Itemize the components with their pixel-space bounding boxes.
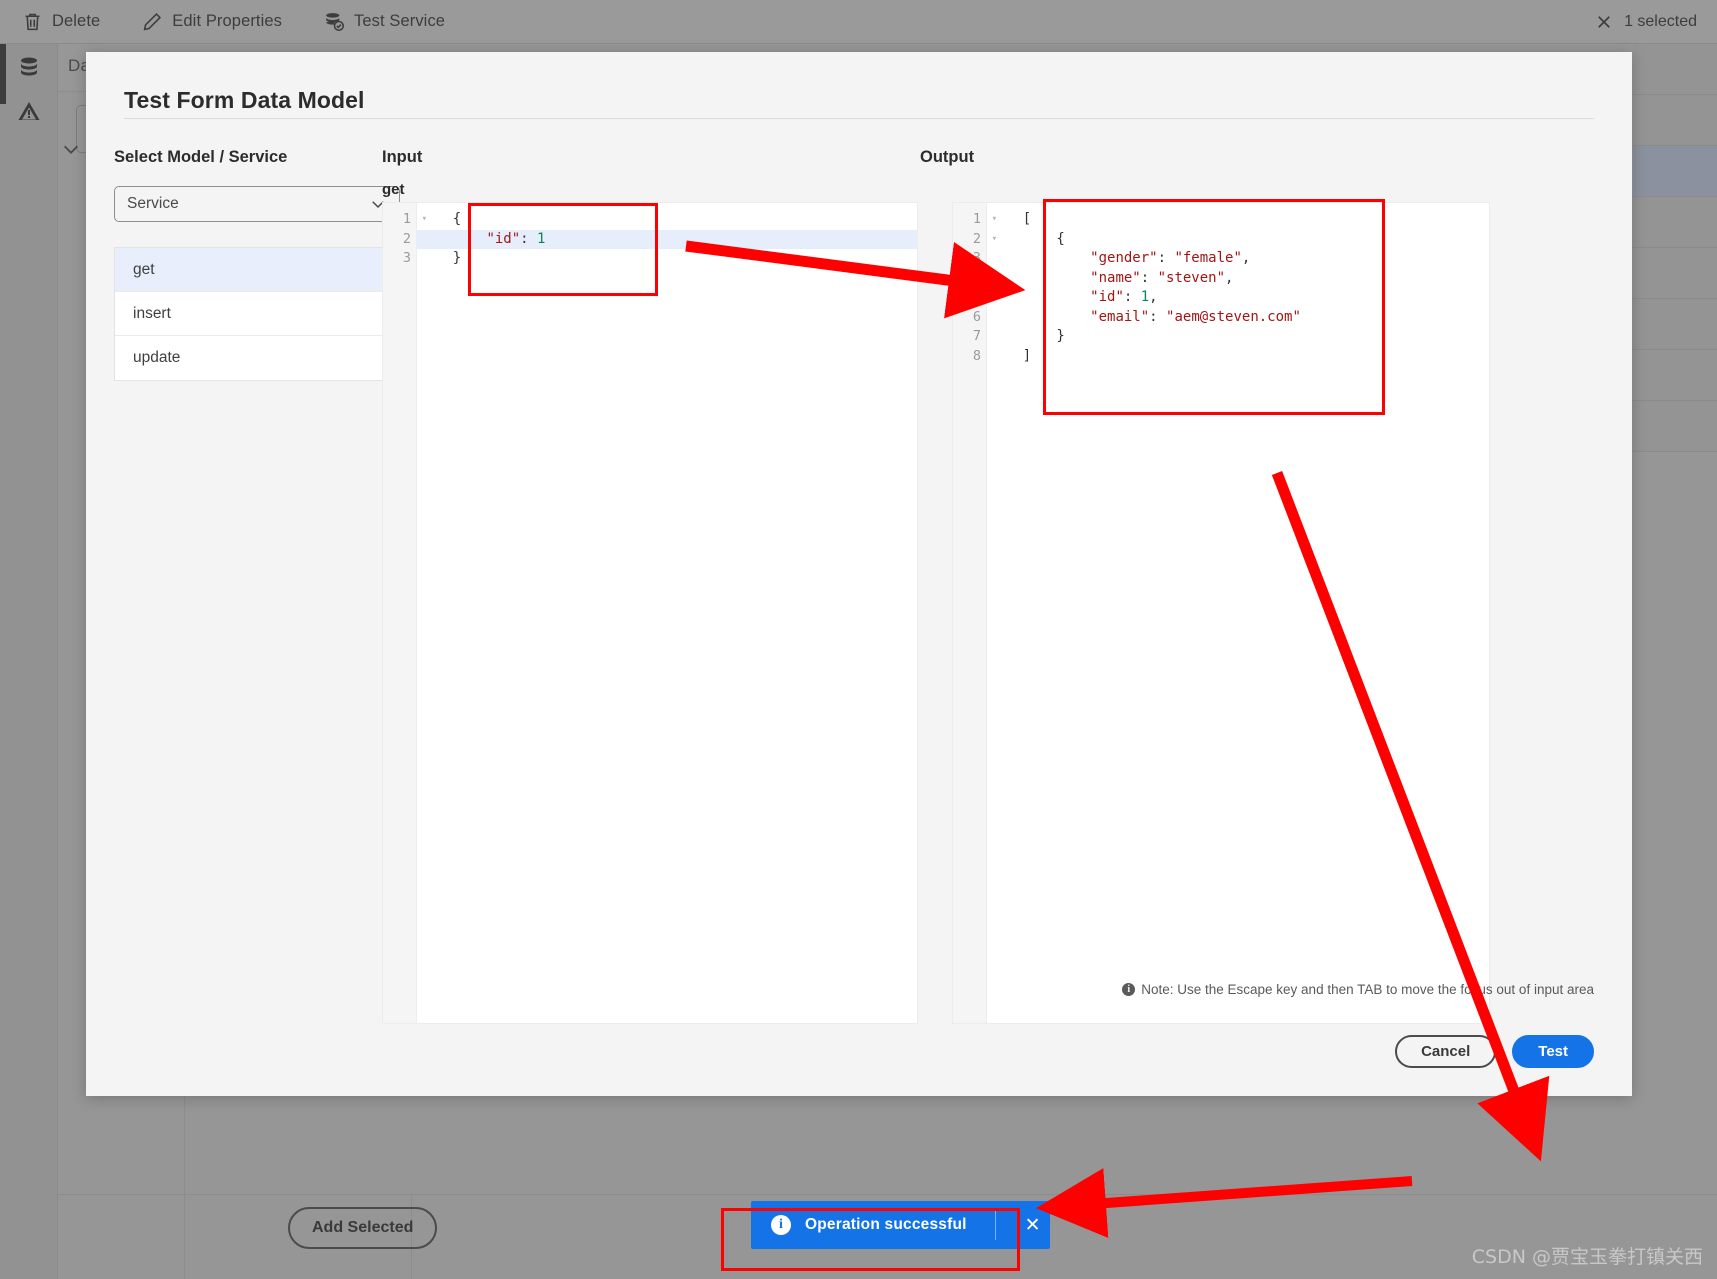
input-area-note: i Note: Use the Escape key and then TAB …: [1122, 982, 1594, 997]
selection-status: 1 selected: [1595, 0, 1697, 44]
line-number: 4: [972, 269, 981, 286]
input-code-editor[interactable]: 1 ▾ 2 3 { "id": 1 }: [382, 202, 918, 1024]
database-check-icon: [324, 11, 345, 32]
code-line: }: [419, 250, 462, 266]
input-panel-label: Input: [382, 148, 423, 166]
table-row[interactable]: [1633, 197, 1717, 248]
test-service-label: Test Service: [354, 12, 446, 30]
watermark: CSDN @贾宝玉拳打镇关西: [1471, 1246, 1703, 1268]
table-row[interactable]: [1633, 248, 1717, 299]
table-row[interactable]: [1633, 95, 1717, 146]
model-service-select-value: Service: [127, 195, 179, 212]
test-service-button[interactable]: Test Service: [324, 11, 445, 32]
code-line: ]: [989, 347, 1032, 364]
service-item-insert[interactable]: insert: [115, 292, 399, 336]
pencil-icon: [142, 11, 163, 32]
code-line: "id": 1: [417, 229, 917, 249]
select-model-service-label: Select Model / Service: [114, 148, 288, 166]
output-code-editor[interactable]: 1 ▾ 2 ▾ 3 4 5 6 7 8 [ { "gender": "female"…: [952, 202, 1490, 1024]
dialog-title-divider: [124, 118, 1594, 119]
dialog-button-row: Cancel Test: [1395, 1035, 1594, 1068]
service-operation-list: get insert update: [114, 247, 400, 381]
input-operation-label: get: [382, 181, 405, 198]
selection-count-label: 1 selected: [1624, 13, 1697, 30]
test-form-data-model-dialog: Test Form Data Model Select Model / Serv…: [86, 52, 1632, 1096]
table-row[interactable]: [1633, 401, 1717, 452]
database-icon[interactable]: [14, 52, 44, 82]
code-line: {: [989, 230, 1065, 247]
output-panel-label: Output: [920, 148, 975, 166]
code-line: "id": 1,: [1090, 289, 1158, 305]
code-line: "name": "steven",: [1090, 269, 1234, 286]
info-icon: i: [771, 1215, 791, 1235]
chevron-down-icon[interactable]: [60, 138, 82, 160]
service-item-update[interactable]: update: [115, 336, 399, 380]
toast-notification: i Operation successful ✕: [751, 1201, 1050, 1249]
table-row[interactable]: [1633, 350, 1717, 401]
trash-icon: [22, 11, 43, 32]
toast-divider: [994, 1210, 996, 1240]
output-editor-gutter: 1 ▾ 2 ▾ 3 4 5 6 7 8: [953, 203, 997, 1023]
line-number: 7: [972, 328, 981, 344]
code-line: }: [989, 328, 1065, 344]
line-number: 2 ▾: [953, 230, 997, 250]
close-icon[interactable]: [1595, 13, 1613, 31]
delete-button[interactable]: Delete: [22, 11, 100, 32]
table-row[interactable]: [1633, 299, 1717, 350]
top-toolbar: Delete Edit Properties Test Service 1 se…: [0, 0, 1717, 44]
line-number: 1 ▾: [383, 210, 427, 230]
code-line: [: [989, 211, 1032, 227]
note-text: Note: Use the Escape key and then TAB to…: [1141, 982, 1594, 997]
line-number: 6: [972, 308, 981, 325]
table-row[interactable]: [1633, 44, 1717, 95]
line-number: 3: [972, 250, 981, 266]
test-button[interactable]: Test: [1512, 1035, 1594, 1068]
edit-properties-label: Edit Properties: [172, 12, 283, 30]
add-selected-button[interactable]: Add Selected: [288, 1207, 438, 1249]
delete-label: Delete: [52, 12, 101, 30]
dialog-title: Test Form Data Model: [124, 87, 365, 113]
service-item-get[interactable]: get: [115, 248, 399, 292]
cancel-button[interactable]: Cancel: [1395, 1035, 1497, 1068]
model-service-select[interactable]: Service: [114, 186, 400, 222]
warning-icon[interactable]: [14, 96, 44, 126]
edit-properties-button[interactable]: Edit Properties: [142, 11, 282, 32]
background-nav-rail: [0, 44, 58, 1279]
code-line: "gender": "female",: [1090, 250, 1251, 266]
output-code-content[interactable]: [ { "gender": "female", "name": "steven"…: [987, 203, 1489, 1023]
line-number: 5: [972, 289, 981, 305]
toast-message: Operation successful: [805, 1216, 967, 1233]
line-number: 1 ▾: [953, 210, 997, 230]
input-editor-gutter: 1 ▾ 2 3: [383, 203, 427, 1023]
table-row[interactable]: [1633, 146, 1717, 197]
background-rail-active-indicator: [0, 44, 6, 104]
background-table: [1633, 44, 1717, 1279]
background-footer-divider: [58, 1194, 1717, 1195]
line-number: 8: [972, 347, 981, 364]
code-line: "email": "aem@steven.com": [1090, 308, 1301, 325]
line-number: 2: [402, 230, 411, 247]
input-code-content[interactable]: { "id": 1 }: [417, 203, 917, 1023]
info-icon: i: [1122, 983, 1136, 996]
line-number: 3: [402, 250, 411, 266]
code-line: {: [419, 211, 462, 227]
toast-close-icon[interactable]: ✕: [1016, 1201, 1050, 1249]
